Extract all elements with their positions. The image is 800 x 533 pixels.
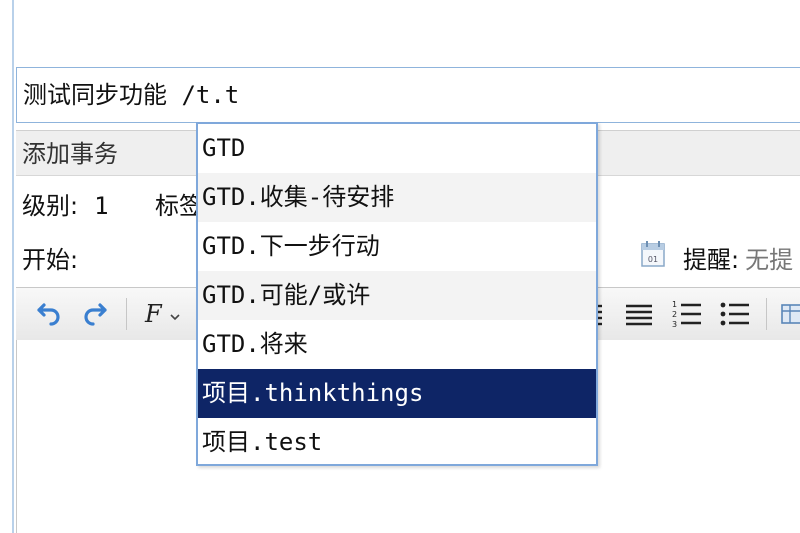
- reminder-label: 提醒:: [683, 246, 740, 274]
- toolbar-separator: [126, 298, 127, 330]
- level-row: 级别: 1: [22, 186, 109, 221]
- autocomplete-item[interactable]: GTD.将来: [198, 320, 596, 369]
- font-icon[interactable]: F: [142, 298, 186, 330]
- autocomplete-item[interactable]: GTD.可能/或许: [198, 271, 596, 320]
- svg-text:3: 3: [672, 320, 677, 329]
- level-value[interactable]: 1: [94, 192, 108, 220]
- autocomplete-item[interactable]: GTD.下一步行动: [198, 222, 596, 271]
- align-justify-icon[interactable]: [622, 298, 656, 330]
- reminder-value[interactable]: 无提: [745, 246, 793, 274]
- window-left-border: [0, 0, 14, 533]
- table-icon[interactable]: [778, 298, 800, 330]
- svg-text:2: 2: [672, 310, 677, 319]
- undo-icon[interactable]: [34, 298, 64, 330]
- autocomplete-item[interactable]: 项目.test: [198, 418, 596, 467]
- unordered-list-icon[interactable]: [718, 298, 752, 330]
- autocomplete-item[interactable]: GTD: [198, 124, 596, 173]
- toolbar-separator: [766, 298, 767, 330]
- tag-autocomplete-dropdown: GTD GTD.收集-待安排 GTD.下一步行动 GTD.可能/或许 GTD.将…: [196, 122, 598, 466]
- task-title-input[interactable]: 测试同步功能 /t.t: [16, 67, 800, 123]
- svg-text:F: F: [144, 300, 163, 328]
- reminder-field[interactable]: 提醒: 无提: [683, 240, 793, 275]
- autocomplete-item-selected[interactable]: 项目.thinkthings: [198, 369, 596, 418]
- redo-icon[interactable]: [80, 298, 110, 330]
- calendar-icon[interactable]: 01: [641, 241, 665, 267]
- ordered-list-icon[interactable]: 123: [670, 298, 704, 330]
- svg-text:1: 1: [672, 300, 677, 309]
- autocomplete-item[interactable]: GTD.收集-待安排: [198, 173, 596, 222]
- start-label: 开始:: [22, 246, 79, 274]
- svg-text:01: 01: [648, 255, 658, 264]
- level-label: 级别:: [22, 192, 79, 220]
